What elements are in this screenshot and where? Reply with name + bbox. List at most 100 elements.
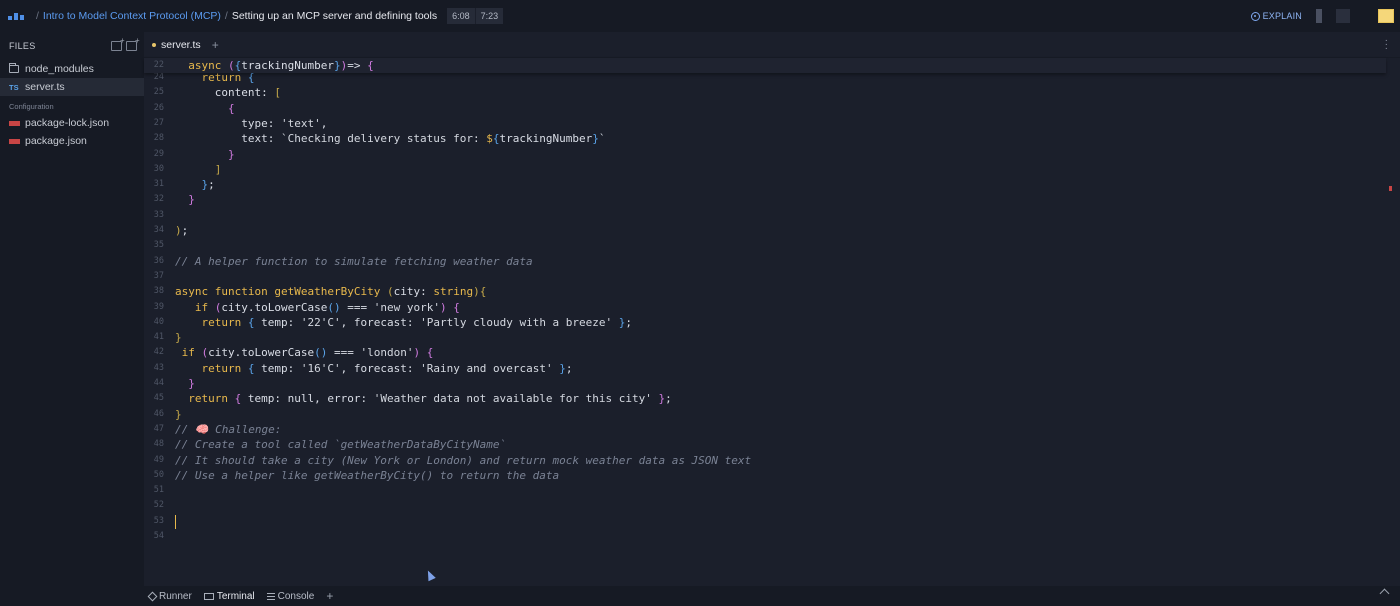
tree-item-label: node_modules [25,63,94,75]
code-text: { [227,101,235,115]
line-number: 25 [153,87,164,98]
code-line[interactable]: 32 } [144,192,1386,207]
code-line[interactable]: 53 [144,514,1386,529]
line-number: 41 [153,332,164,343]
line-number: 45 [153,393,164,404]
terminal-icon [203,592,214,600]
configuration-section-label: Configuration [9,102,54,111]
code-line[interactable]: 28 text: `Checking delivery status for: … [144,131,1386,146]
code-line[interactable]: 33 [144,208,1386,223]
files-title: FILES [9,41,36,51]
files-header: FILES [0,32,144,60]
tab-console[interactable]: Console [266,590,315,602]
new-file-icon[interactable] [111,36,125,51]
line-number: 51 [153,485,164,496]
line-number: 22 [153,60,164,70]
code-area[interactable]: 22 async ({trackingNumber})=> {24 return… [144,58,1400,584]
code-line[interactable]: 52 [144,498,1386,513]
code-text: ] [214,162,222,176]
tab-terminal[interactable]: Terminal [203,591,255,602]
code-line[interactable]: 31 }; [144,177,1386,192]
layout-panel-toggle[interactable] [1336,9,1350,23]
npm-icon [9,138,20,144]
code-line[interactable]: 40 return { temp: '22'C', forecast: 'Par… [144,315,1386,330]
code-text: } [227,147,235,161]
code-text: } [175,331,182,345]
code-line[interactable]: 27 type: 'text', [144,116,1386,131]
line-number: 26 [153,102,164,113]
tab-runner[interactable]: Runner [147,591,192,602]
npm-icon [9,120,20,126]
tab-console-label: Console [277,590,315,602]
line-number: 42 [153,347,164,358]
line-number: 53 [153,515,164,526]
code-text: if (city.toLowerCase() === 'new york') { [194,300,460,314]
add-tab-icon[interactable]: + [212,38,219,52]
code-text: content: [ [214,86,281,100]
notes-button[interactable] [1378,9,1394,23]
code-line[interactable]: 51 [144,483,1386,498]
line-number: 44 [153,378,164,388]
breadcrumb-separator: / [36,10,39,22]
tab-server-ts[interactable]: server.ts [152,39,201,51]
line-number: 28 [153,133,164,144]
code-line[interactable]: 41} [144,330,1386,345]
code-text: } [188,193,195,207]
tree-item-server-ts[interactable]: TS server.ts [0,78,144,96]
code-line[interactable]: 49 // It should take a city (New York or … [144,453,1386,468]
line-number: 54 [153,531,164,541]
code-line[interactable]: 48 // Create a tool called `getWeatherDat… [144,437,1386,452]
breadcrumb-course-link[interactable]: Intro to Model Context Protocol (MCP) [43,10,221,22]
more-options-icon[interactable]: · · · [1385,36,1388,54]
line-number: 46 [153,408,164,419]
chevron-up-icon[interactable] [1379,588,1390,599]
code-line[interactable]: 35 [144,238,1386,253]
tree-item-node-modules[interactable]: node_modules [0,60,144,78]
code-text: text: `Checking delivery status for: ${t… [241,132,606,146]
code-text: async function getWeatherByCity (city: s… [175,285,487,299]
code-line[interactable]: 30 ] [144,162,1386,177]
logo-icon[interactable] [0,0,32,32]
tree-item-label: package-lock.json [25,117,110,129]
typescript-icon: TS [9,82,19,92]
scrollbar-marker[interactable] [1389,186,1392,191]
line-number: 33 [153,209,164,220]
tree-item-label: server.ts [25,81,65,93]
code-line[interactable]: 29 } [144,147,1386,162]
code-line[interactable]: 26 { [144,101,1386,116]
code-line[interactable]: 50 // Use a helper like getWeatherByCity(… [144,468,1386,483]
code-line[interactable]: 54 [144,529,1386,544]
layout-sidebar-toggle[interactable] [1316,9,1322,23]
code-line[interactable]: 36 // A helper function to simulate fetch… [144,254,1386,269]
code-text: if (city.toLowerCase() === 'london') { [181,346,434,360]
time-current: 6:08 [447,8,475,24]
line-number: 34 [153,225,164,235]
line-number: 38 [153,286,164,297]
tree-item-package-json[interactable]: package.json [0,132,144,150]
tree-item-package-lock-json[interactable]: package-lock.json [0,114,144,132]
code-text: return { temp: '22'C', forecast: 'Partly… [201,315,633,329]
code-line[interactable]: 43 return { temp: '16'C', forecast: 'Rai… [144,361,1386,376]
code-line[interactable]: 34); [144,223,1386,238]
line-number: 27 [153,117,164,128]
code-line[interactable]: 47 // 🧠 Challenge: [144,422,1386,437]
line-number: 52 [153,500,164,511]
code-line[interactable]: 38 async function getWeatherByCity (city:… [144,284,1386,299]
code-line[interactable]: 25 content: [ [144,85,1386,100]
code-line[interactable]: 37 [144,269,1386,284]
new-folder-icon[interactable] [126,36,140,51]
console-icon [266,592,275,600]
code-line[interactable]: 46} [144,407,1386,422]
file-explorer: FILES node_modules TS server.ts Configur… [0,32,144,606]
code-line[interactable]: 39 if (city.toLowerCase() === 'new york'… [144,300,1386,315]
explain-icon [1250,11,1260,21]
explain-button[interactable]: EXPLAIN [1250,11,1302,21]
code-text: async ({trackingNumber})=> { [188,59,374,72]
add-panel-icon[interactable]: + [326,589,333,603]
code-line[interactable]: 42 if (city.toLowerCase() === 'london') … [144,345,1386,360]
code-line[interactable]: 45 return { temp: null, error: 'Weather … [144,391,1386,406]
code-text: return { temp: null, error: 'Weather dat… [188,392,672,406]
code-line[interactable]: 44 } [144,376,1386,391]
code-line[interactable]: 22 async ({trackingNumber})=> { [144,58,1386,74]
breadcrumb-lesson: Setting up an MCP server and defining to… [231,10,438,22]
